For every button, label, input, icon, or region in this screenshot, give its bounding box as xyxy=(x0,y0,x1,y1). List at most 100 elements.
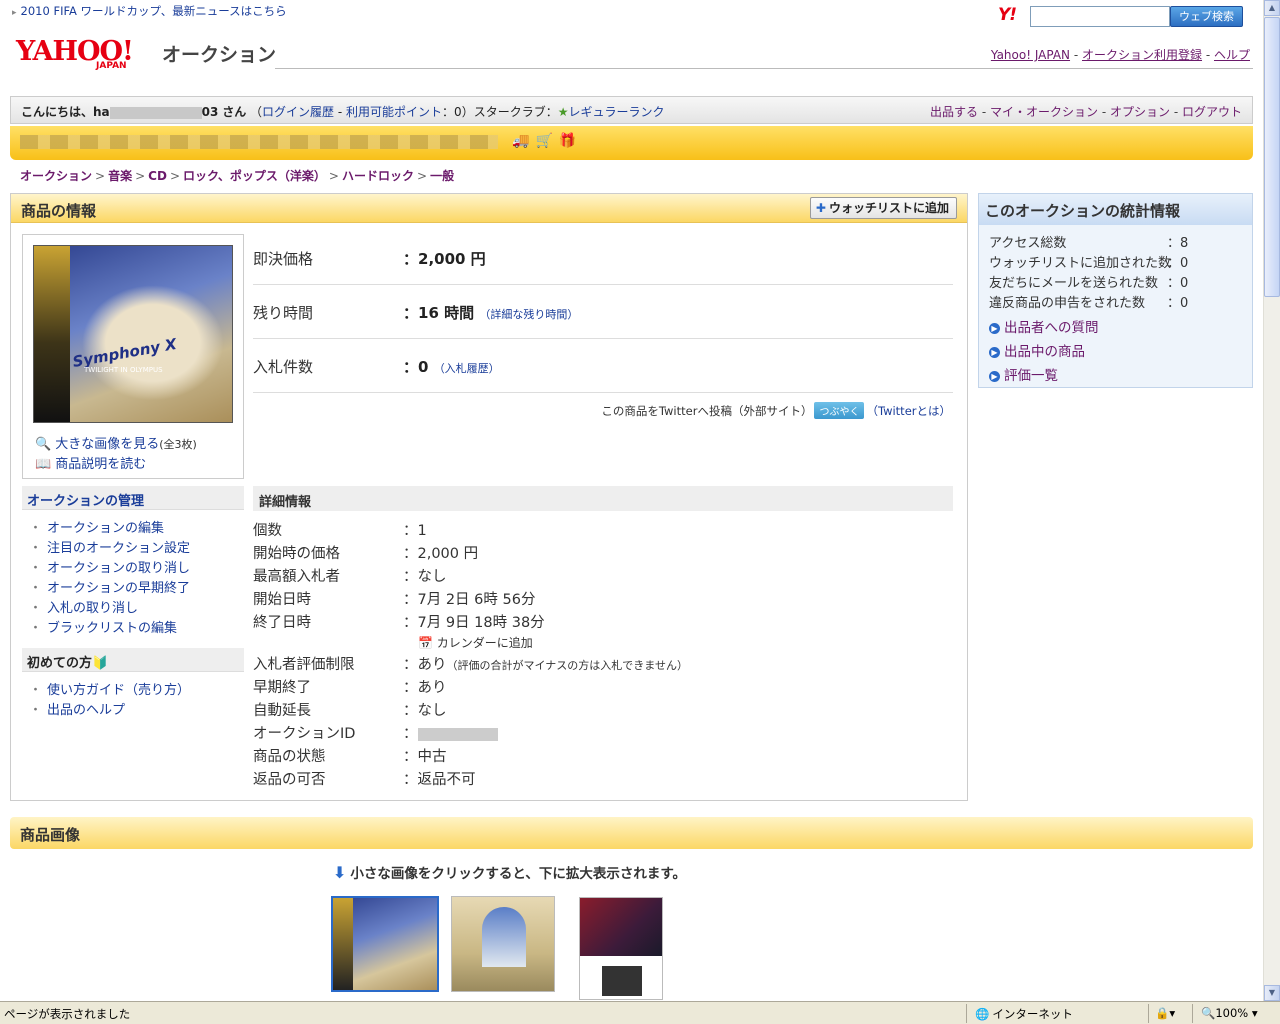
stats-row: アクセス総数 ：8 xyxy=(989,232,1188,251)
manage-item[interactable]: ・オークションの編集 xyxy=(29,517,190,537)
item-feature-icons: 🚚🛒🎁 xyxy=(512,133,582,149)
ratings-list-link[interactable]: ▶ 評価一覧 xyxy=(989,364,1058,384)
user-greeting: こんにちは、ha 03 さん （ログイン履歴 - 利用可能ポイント：0）スタークラ… xyxy=(21,105,665,119)
breadcrumb: オークション > 音楽 > CD > ロック、ポップス（洋楽） > ハードロック > 一般 xyxy=(20,167,454,184)
detail-value: ： xyxy=(403,722,498,743)
zoom-level: 100% xyxy=(1215,1006,1249,1020)
seller-items-link[interactable]: ▶ 出品中の商品 xyxy=(989,340,1085,360)
photo-album-title: TWILIGHT IN OLYMPUS xyxy=(84,366,163,374)
remaining-detail-link[interactable]: （詳細な残り時間） xyxy=(479,308,578,321)
detail-value: ：なし xyxy=(403,569,447,585)
search-input[interactable] xyxy=(1030,6,1170,27)
thumbnail-2[interactable] xyxy=(451,896,555,992)
thumbnail-3[interactable] xyxy=(579,897,663,1000)
edit-blacklist-link[interactable]: ブラックリストの編集 xyxy=(47,621,177,636)
breadcrumb-general[interactable]: 一般 xyxy=(430,169,454,183)
breadcrumb-hardrock[interactable]: ハードロック xyxy=(342,169,414,183)
fifa-news-text: 2010 FIFA ワールドカップ、最新ニュースはこちら xyxy=(20,4,287,18)
breadcrumb-separator: > xyxy=(417,169,428,183)
yahoo-japan-link[interactable]: Yahoo! JAPAN xyxy=(991,48,1070,62)
detail-label: 入札者評価制限 xyxy=(253,657,355,673)
detail-row-start-price: 開始時の価格 ：2,000 円 xyxy=(253,542,478,563)
cancel-bid-link[interactable]: 入札の取り消し xyxy=(47,601,138,616)
edit-auction-link[interactable]: オークションの編集 xyxy=(47,521,164,536)
breadcrumb-auction[interactable]: オークション xyxy=(20,169,92,183)
star-icon: ★ xyxy=(557,105,569,119)
watch-button-label: ウォッチリストに追加 xyxy=(828,201,949,215)
view-large-image-link[interactable]: 🔍 大きな画像を見る(全3枚) xyxy=(35,433,197,452)
detail-row-bidder-rating: 入札者評価制限 ：あり（評価の合計がマイナスの方は入札できません） xyxy=(253,653,688,674)
buyout-value: ：2,000 円 xyxy=(403,250,486,268)
login-history-link[interactable]: ログイン履歴 xyxy=(262,105,334,119)
vertical-scrollbar[interactable]: ▲ ▼ xyxy=(1263,0,1280,1001)
auction-id-prefix: ： xyxy=(403,726,418,742)
beginner-item[interactable]: ・出品のヘルプ xyxy=(29,699,190,719)
manage-item[interactable]: ・オークションの早期終了 xyxy=(29,577,190,597)
manage-item[interactable]: ・オークションの取り消し xyxy=(29,557,190,577)
detail-label: 最高額入札者 xyxy=(253,569,340,585)
username-blurred xyxy=(109,106,202,119)
end-early-link[interactable]: オークションの早期終了 xyxy=(47,581,190,596)
manage-item[interactable]: ・ブラックリストの編集 xyxy=(29,617,190,637)
tweet-button[interactable]: つぶやく xyxy=(814,402,865,419)
detail-value: ：あり（評価の合計がマイナスの方は入札できません） xyxy=(403,653,688,674)
calendar-link-text: カレンダーに追加 xyxy=(436,636,533,650)
remaining-amount: 16 時間 xyxy=(418,304,475,322)
breadcrumb-music[interactable]: 音楽 xyxy=(108,169,132,183)
listing-help-link[interactable]: 出品のヘルプ xyxy=(47,703,125,718)
read-description-link[interactable]: 📖 商品説明を読む xyxy=(35,453,146,472)
product-images-header: 商品画像 xyxy=(10,817,1253,849)
thumbnail-1[interactable] xyxy=(331,896,439,992)
item-main-photo[interactable]: Symphony X TWILIGHT IN OLYMPUS xyxy=(33,245,233,423)
options-link[interactable]: オプション xyxy=(1110,105,1170,119)
view-large-image-text: 大きな画像を見る xyxy=(55,437,160,452)
protected-mode-icon[interactable]: 🔒▾ xyxy=(1148,1004,1181,1023)
points-value: 0 xyxy=(454,105,462,119)
user-bar: こんにちは、ha 03 さん （ログイン履歴 - 利用可能ポイント：0）スタークラ… xyxy=(10,96,1253,124)
san-text: さん xyxy=(222,105,247,119)
auction-register-link[interactable]: オークション利用登録 xyxy=(1082,48,1202,62)
auction-manage-header[interactable]: オークションの管理 xyxy=(22,486,244,510)
bullet-dot: ・ xyxy=(29,683,43,698)
scroll-down-arrow-icon[interactable]: ▼ xyxy=(1264,985,1280,1001)
globe-icon: 🌐 xyxy=(975,1007,990,1021)
buyout-amount: 2,000 円 xyxy=(418,250,486,268)
beginner-title: 初めての方 xyxy=(27,656,93,671)
seller-guide-link[interactable]: 使い方ガイド（売り方） xyxy=(47,683,190,698)
my-auction-link[interactable]: マイ・オークション xyxy=(990,105,1098,119)
bid-history-link[interactable]: （入札履歴） xyxy=(434,362,500,375)
points-link[interactable]: 利用可能ポイント xyxy=(346,105,442,119)
help-link[interactable]: ヘルプ xyxy=(1214,48,1250,62)
beginner-item[interactable]: ・使い方ガイド（売り方） xyxy=(29,679,190,699)
auction-manage-list: ・オークションの編集 ・注目のオークション設定 ・オークションの取り消し ・オー… xyxy=(29,517,190,637)
detail-label: 自動延長 xyxy=(253,703,311,719)
security-zone[interactable]: 🌐 インターネット xyxy=(966,1004,1081,1023)
add-to-watchlist-button[interactable]: ✚ ウォッチリストに追加 xyxy=(809,197,957,219)
manage-item[interactable]: ・入札の取り消し xyxy=(29,597,190,617)
logo-auction-text: オークション xyxy=(162,44,277,66)
rank-link[interactable]: レギュラーランク xyxy=(569,105,665,119)
question-to-seller-link[interactable]: ▶ 出品者への質問 xyxy=(989,316,1099,336)
logout-link[interactable]: ログアウト xyxy=(1182,105,1242,119)
breadcrumb-rock-pops[interactable]: ロック、ポップス（洋楽） xyxy=(183,169,326,183)
featured-auction-link[interactable]: 注目のオークション設定 xyxy=(47,541,190,556)
web-search-button[interactable]: ウェブ検索 xyxy=(1170,6,1243,27)
scroll-up-arrow-icon[interactable]: ▲ xyxy=(1264,0,1280,16)
bullet-dot: ・ xyxy=(29,541,43,556)
item-info-panel: 商品の情報 ✚ ウォッチリストに追加 Symphony X TWILIGHT IN… xyxy=(10,193,968,801)
bullet-dot: ・ xyxy=(29,703,43,718)
what-is-twitter-link[interactable]: （Twitterとは） xyxy=(866,404,951,418)
greeting-text: こんにちは、 xyxy=(21,105,94,119)
fifa-news-link[interactable]: ▸ 2010 FIFA ワールドカップ、最新ニュースはこちら xyxy=(12,3,287,19)
stats-label: アクセス総数 xyxy=(989,236,1067,251)
cancel-auction-link[interactable]: オークションの取り消し xyxy=(47,561,190,576)
breadcrumb-cd[interactable]: CD xyxy=(148,169,167,183)
stats-row: ウォッチリストに追加された数 ：0 xyxy=(989,252,1188,271)
zoom-control[interactable]: 🔍100% ▾ xyxy=(1192,1004,1266,1023)
scroll-thumb[interactable] xyxy=(1264,17,1280,297)
add-to-calendar-link[interactable]: 📅 カレンダーに追加 xyxy=(418,634,533,651)
sell-link[interactable]: 出品する xyxy=(930,105,978,119)
yahoo-small-logo[interactable]: Y! xyxy=(998,5,1017,25)
manage-item[interactable]: ・注目のオークション設定 xyxy=(29,537,190,557)
yahoo-auction-logo[interactable]: YAHOO! JAPAN オークション xyxy=(16,36,276,71)
